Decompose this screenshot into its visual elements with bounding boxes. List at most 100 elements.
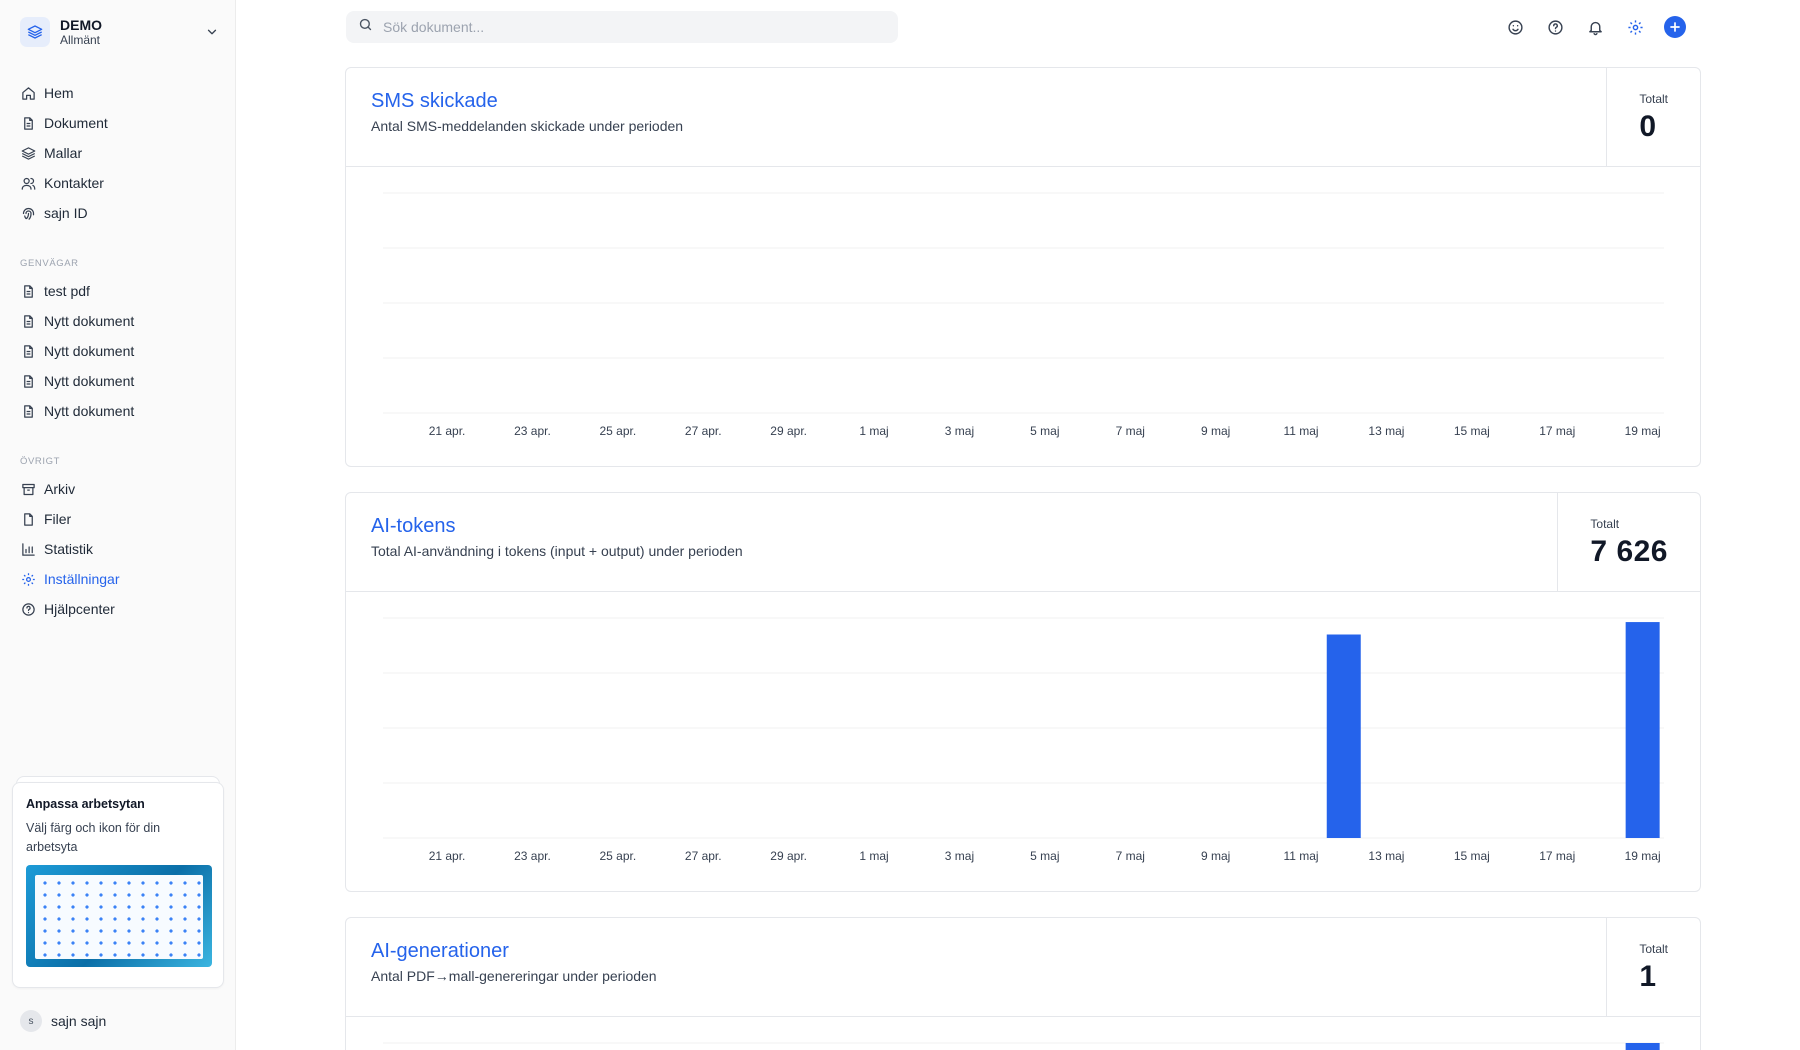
icon-grid-preview-image — [26, 865, 212, 967]
sidebar-item-mallar[interactable]: Mallar — [12, 138, 224, 168]
x-tick-label: 25 apr. — [599, 849, 636, 863]
x-tick-label: 15 maj — [1454, 849, 1490, 863]
sidebar-item-statistik[interactable]: Statistik — [12, 534, 224, 564]
x-tick-label: 3 maj — [945, 849, 974, 863]
sidebar-item-label: Statistik — [44, 541, 94, 557]
sidebar-item-arkiv[interactable]: Arkiv — [12, 474, 224, 504]
bell-icon[interactable] — [1584, 16, 1606, 38]
total-label: Totalt — [1639, 92, 1668, 106]
document-icon — [20, 313, 36, 329]
x-tick-label: 23 apr. — [514, 424, 551, 438]
workspace-subtitle: Allmänt — [60, 32, 101, 47]
help-icon — [20, 601, 36, 617]
total-box: Totalt 7 626 — [1557, 493, 1700, 592]
customize-workspace-card[interactable]: Anpassa arbetsytan Välj färg och ikon fö… — [12, 782, 224, 988]
layers-icon — [20, 17, 50, 47]
x-tick-label: 27 apr. — [685, 424, 722, 438]
shortcut-item[interactable]: test pdf — [12, 276, 224, 306]
section-title-other: ÖVRIGT — [20, 456, 61, 467]
smiley-icon[interactable] — [1504, 16, 1526, 38]
document-icon — [20, 343, 36, 359]
x-tick-label: 13 maj — [1368, 424, 1404, 438]
document-icon — [20, 373, 36, 389]
sms-bar-chart: 21 apr. 23 apr. 25 apr. 27 apr. 29 apr. 1 maj… — [383, 192, 1664, 438]
x-tick-label: 27 apr. — [685, 849, 722, 863]
sidebar-item-label: Mallar — [44, 145, 83, 161]
shortcut-label: Nytt dokument — [44, 373, 135, 389]
stat-card-ai-tokens: AI-tokens Total AI-användning i tokens (… — [345, 492, 1701, 892]
shortcut-item[interactable]: Nytt dokument — [12, 306, 224, 336]
sidebar-item-label: Hjälpcenter — [44, 601, 115, 617]
shortcut-label: Nytt dokument — [44, 343, 135, 359]
gear-icon[interactable] — [1624, 16, 1646, 38]
other-nav: Arkiv Filer Statistik Inställningar Hjäl… — [12, 474, 224, 624]
plus-icon[interactable] — [1664, 16, 1686, 38]
shortcuts-nav: test pdf Nytt dokument Nytt dokument Nyt… — [12, 276, 224, 426]
sidebar-item-installningar[interactable]: Inställningar — [12, 564, 224, 594]
x-tick-label: 11 maj — [1283, 849, 1318, 863]
card-description: Total AI-användning i tokens (input + ou… — [371, 543, 743, 559]
x-tick-label: 9 maj — [1201, 424, 1230, 438]
archive-icon — [20, 481, 36, 497]
total-label: Totalt — [1590, 517, 1620, 531]
total-value: 7 626 — [1590, 535, 1668, 568]
x-tick-label: 23 apr. — [514, 849, 551, 863]
document-icon — [20, 403, 36, 419]
chart-bar — [1326, 634, 1361, 838]
layers-icon — [20, 145, 36, 161]
sidebar-item-dokument[interactable]: Dokument — [12, 108, 224, 138]
x-tick-label: 1 maj — [859, 424, 888, 438]
card-title[interactable]: SMS skickade — [371, 90, 498, 113]
sidebar-item-label: Inställningar — [44, 571, 120, 587]
shortcut-item[interactable]: Nytt dokument — [12, 366, 224, 396]
home-icon — [20, 85, 36, 101]
x-tick-label: 19 maj — [1625, 424, 1661, 438]
shortcut-item[interactable]: Nytt dokument — [12, 396, 224, 426]
contacts-icon — [20, 175, 36, 191]
sidebar-item-label: Arkiv — [44, 481, 76, 497]
shortcut-label: Nytt dokument — [44, 403, 135, 419]
user-menu[interactable]: s sajn sajn — [20, 1010, 106, 1032]
shortcut-label: Nytt dokument — [44, 313, 135, 329]
help-icon[interactable] — [1544, 16, 1566, 38]
search-bar[interactable] — [346, 11, 898, 43]
fingerprint-icon — [20, 205, 36, 221]
main-nav: Hem Dokument Mallar Kontakter sajn ID — [12, 78, 224, 228]
chart-bar — [1625, 1043, 1660, 1050]
chart-bar — [1625, 622, 1660, 838]
promo-text: Välj färg och ikon för din arbetsyta — [26, 821, 161, 854]
search-input[interactable] — [383, 19, 863, 35]
stat-card-ai-generations: AI-generationer Antal PDF→mall-genererin… — [345, 917, 1701, 1050]
gear-icon — [20, 571, 36, 587]
sidebar-item-label: sajn ID — [44, 205, 88, 221]
x-tick-label: 5 maj — [1030, 424, 1059, 438]
sidebar-item-hem[interactable]: Hem — [12, 78, 224, 108]
total-box: Totalt 1 — [1606, 918, 1700, 1017]
ai-generations-bar-chart — [383, 1042, 1664, 1050]
total-value: 0 — [1639, 110, 1657, 143]
sidebar-item-label: Hem — [44, 85, 74, 101]
x-tick-label: 7 maj — [1116, 849, 1145, 863]
sidebar-item-filer[interactable]: Filer — [12, 504, 224, 534]
card-title[interactable]: AI-generationer — [371, 940, 509, 963]
top-toolbar — [1504, 16, 1686, 38]
stat-card-sms: SMS skickade Antal SMS-meddelanden skick… — [345, 67, 1701, 467]
x-tick-label: 17 maj — [1539, 424, 1575, 438]
card-title[interactable]: AI-tokens — [371, 515, 455, 538]
sidebar-item-sajn-id[interactable]: sajn ID — [12, 198, 224, 228]
ai-tokens-bar-chart: 21 apr. 23 apr. 25 apr. 27 apr. 29 apr. 1 maj… — [383, 617, 1664, 863]
sidebar-item-kontakter[interactable]: Kontakter — [12, 168, 224, 198]
shortcut-item[interactable]: Nytt dokument — [12, 336, 224, 366]
x-tick-label: 29 apr. — [770, 849, 807, 863]
card-description: Antal PDF→mall-genereringar under period… — [371, 968, 657, 984]
x-tick-label: 13 maj — [1368, 849, 1404, 863]
sidebar-item-label: Dokument — [44, 115, 108, 131]
workspace-switcher[interactable]: DEMO Allmänt — [20, 14, 220, 50]
x-tick-label: 3 maj — [945, 424, 974, 438]
sidebar-item-hjalpcenter[interactable]: Hjälpcenter — [12, 594, 224, 624]
document-icon — [20, 115, 36, 131]
x-tick-label: 29 apr. — [770, 424, 807, 438]
x-tick-label: 15 maj — [1454, 424, 1490, 438]
document-icon — [20, 283, 36, 299]
x-tick-label: 17 maj — [1539, 849, 1575, 863]
